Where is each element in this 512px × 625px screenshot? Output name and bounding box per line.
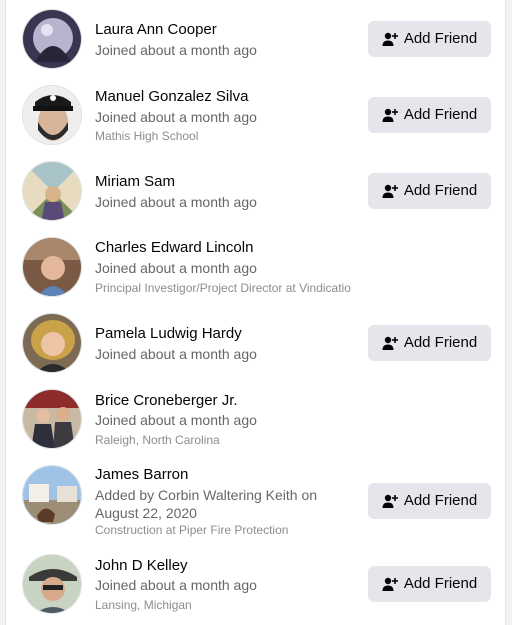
add-friend-label: Add Friend: [403, 30, 478, 47]
person-plus-icon: [382, 31, 398, 47]
avatar[interactable]: [22, 161, 82, 221]
member-status: Joined about a month ago: [95, 109, 257, 125]
add-friend-button[interactable]: Add Friend: [368, 483, 491, 519]
member-detail: Principal Investigor/Project Director at…: [95, 281, 351, 295]
member-name[interactable]: Miriam Sam: [95, 172, 175, 192]
add-friend-button[interactable]: Add Friend: [368, 325, 491, 361]
add-friend-button[interactable]: Add Friend: [368, 97, 491, 133]
person-plus-icon: [382, 493, 398, 509]
avatar[interactable]: [22, 85, 82, 145]
member-detail: Raleigh, North Carolina: [95, 433, 220, 447]
member-detail: Construction at Piper Fire Protection: [95, 523, 289, 537]
add-friend-label: Add Friend: [403, 106, 478, 123]
member-name[interactable]: John D Kelley: [95, 556, 188, 576]
avatar[interactable]: [22, 389, 82, 449]
person-plus-icon: [382, 107, 398, 123]
avatar[interactable]: [22, 313, 82, 373]
member-name[interactable]: Charles Edward Lincoln: [95, 238, 253, 258]
avatar[interactable]: [22, 237, 82, 297]
member-status: Joined about a month ago: [95, 412, 257, 428]
member-status: Joined about a month ago: [95, 260, 257, 276]
member-name[interactable]: Manuel Gonzalez Silva: [95, 87, 248, 107]
member-status: Joined about a month ago: [95, 42, 257, 58]
add-friend-label: Add Friend: [403, 492, 478, 509]
member-name[interactable]: James Barron: [95, 465, 188, 485]
member-list: Laura Ann Cooper Joined about a month ag…: [5, 0, 506, 625]
person-plus-icon: [382, 576, 398, 592]
member-detail: Lansing, Michigan: [95, 598, 192, 612]
member-status: Joined about a month ago: [95, 577, 257, 593]
member-name[interactable]: Pamela Ludwig Hardy: [95, 324, 242, 344]
add-friend-button[interactable]: Add Friend: [368, 21, 491, 57]
person-plus-icon: [382, 335, 398, 351]
member-status: Added by Corbin Waltering Keith on Augus…: [95, 487, 318, 521]
member-status: Joined about a month ago: [95, 346, 257, 362]
member-detail: Mathis High School: [95, 129, 199, 143]
person-plus-icon: [382, 183, 398, 199]
add-friend-button[interactable]: Add Friend: [368, 173, 491, 209]
avatar[interactable]: [22, 465, 82, 525]
avatar[interactable]: [22, 554, 82, 614]
avatar[interactable]: [22, 9, 82, 69]
member-name[interactable]: Laura Ann Cooper: [95, 20, 217, 40]
add-friend-label: Add Friend: [403, 182, 478, 199]
add-friend-label: Add Friend: [403, 334, 478, 351]
add-friend-button[interactable]: Add Friend: [368, 566, 491, 602]
add-friend-label: Add Friend: [403, 575, 478, 592]
member-status: Joined about a month ago: [95, 194, 257, 210]
member-name[interactable]: Brice Croneberger Jr.: [95, 391, 238, 411]
